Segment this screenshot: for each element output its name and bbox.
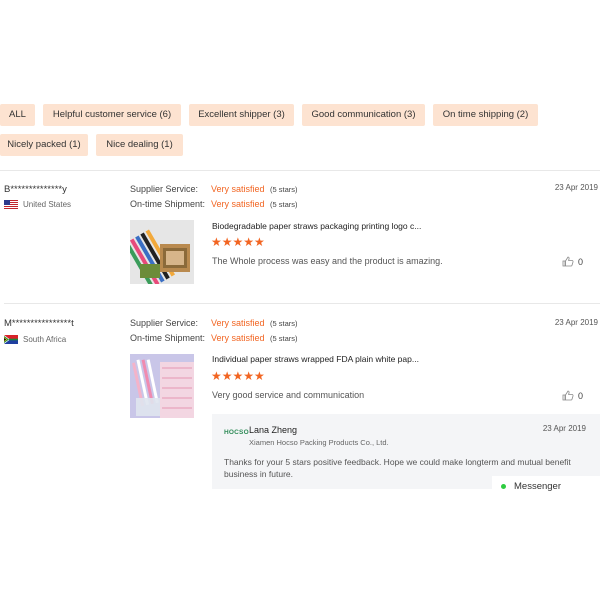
- buyer-name: B**************y: [4, 184, 67, 195]
- rating-stars: ★★★★★: [211, 369, 265, 383]
- za-flag-icon: [4, 335, 18, 344]
- shipment-stars: (5 stars): [270, 200, 298, 209]
- filter-tag-excellent-shipper[interactable]: Excellent shipper (3): [189, 104, 294, 126]
- filter-tag-good-communication[interactable]: Good communication (3): [302, 104, 425, 126]
- supplier-service-stars: (5 stars): [270, 185, 298, 194]
- thumbs-up-icon: [562, 256, 574, 267]
- rating-stars: ★★★★★: [211, 235, 265, 249]
- filter-tag-on-time-shipping[interactable]: On time shipping (2): [433, 104, 538, 126]
- messenger-button[interactable]: Messenger: [492, 476, 600, 496]
- review-date: 23 Apr 2019: [554, 318, 598, 327]
- product-title-link[interactable]: Biodegradable paper straws packaging pri…: [212, 221, 432, 231]
- buyer-country: United States: [4, 200, 71, 209]
- review-comment: Very good service and communication: [212, 390, 365, 400]
- shipment-stars: (5 stars): [270, 334, 298, 343]
- buyer-name: M****************t: [4, 318, 74, 329]
- us-flag-icon: [4, 200, 18, 209]
- reply-author-name: Lana Zheng: [249, 425, 298, 435]
- buyer-country: South Africa: [4, 335, 66, 344]
- supplier-service-value: Very satisfied: [211, 184, 265, 194]
- reply-company-name: Xiamen Hocso Packing Products Co., Ltd.: [249, 438, 389, 447]
- review-comment: The Whole process was easy and the produ…: [212, 256, 443, 266]
- thumbs-up-icon: [562, 390, 574, 401]
- filter-tag-helpful-customer-service[interactable]: Helpful customer service (6): [43, 104, 181, 126]
- supplier-logo: HOCSO: [224, 429, 249, 436]
- filter-tag-nice-dealing[interactable]: Nice dealing (1): [96, 134, 183, 156]
- like-button[interactable]: 0: [562, 390, 583, 401]
- filter-tag-all[interactable]: ALL: [0, 104, 35, 126]
- reply-date: 23 Apr 2019: [542, 424, 586, 433]
- supplier-service-label: Supplier Service:: [130, 184, 199, 194]
- product-thumbnail[interactable]: [130, 220, 194, 284]
- filter-tag-nicely-packed[interactable]: Nicely packed (1): [0, 134, 88, 156]
- country-label: South Africa: [23, 335, 67, 344]
- review-date: 23 Apr 2019: [554, 183, 598, 192]
- shipment-value: Very satisfied: [211, 333, 265, 343]
- shipment-label: On-time Shipment:: [130, 333, 206, 343]
- supplier-service-label: Supplier Service:: [130, 318, 199, 328]
- divider: [0, 170, 600, 171]
- product-title-link[interactable]: Individual paper straws wrapped FDA plai…: [212, 354, 432, 364]
- country-label: United States: [23, 200, 72, 209]
- shipment-label: On-time Shipment:: [130, 199, 206, 209]
- supplier-service-value: Very satisfied: [211, 318, 265, 328]
- divider: [4, 303, 600, 304]
- like-button[interactable]: 0: [562, 256, 583, 267]
- messenger-label: Messenger: [514, 480, 561, 492]
- like-count: 0: [578, 390, 584, 401]
- supplier-service-stars: (5 stars): [270, 319, 298, 328]
- product-thumbnail[interactable]: [130, 354, 194, 418]
- like-count: 0: [578, 256, 584, 267]
- shipment-value: Very satisfied: [211, 199, 265, 209]
- online-status-icon: [501, 483, 506, 489]
